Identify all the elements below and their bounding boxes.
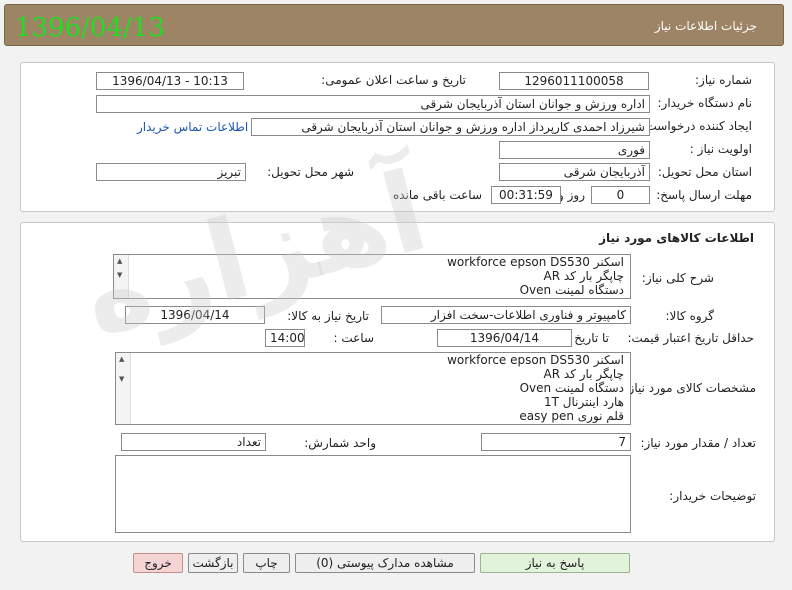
scroll-up-icon[interactable]: ▲ [119,355,124,363]
summary-label: شرح کلی نیاز: [641,271,714,285]
buyer-org-field: اداره ورزش و جوانان استان آذربایجان شرقی [96,95,650,113]
priority-label: اولویت نیاز : [689,142,752,156]
goods-section-title: اطلاعات کالاهای مورد نیاز [599,231,754,245]
specs-line: چاپگر بار کد AR [543,367,624,381]
need-number-field: 1296011100058 [499,72,649,90]
page-title: جزئیات اطلاعات نیاز [654,19,757,33]
need-date-field: 1396/04/14 [125,306,265,324]
province-field: آذربایجان شرقی [499,163,650,181]
summary-line: اسکنر workforce epson DS530 [447,255,624,269]
deadline-label: مهلت ارسال پاسخ: [656,188,752,202]
specs-line: دستگاه لمینت Oven [519,381,624,395]
city-field: تبریز [96,163,246,181]
goods-panel: اطلاعات کالاهای مورد نیاز شرح کلی نیاز: … [20,222,775,542]
city-label: شهر محل تحویل: [267,165,354,179]
days-field: 0 [591,186,650,204]
validity-date-field: 1396/04/14 [437,329,572,347]
quantity-label: تعداد / مقدار مورد نیاز: [640,436,756,450]
date-stamp: 1396/04/13 [15,13,165,43]
need-date-label: تاریخ نیاز به کالا: [287,309,369,323]
group-label: گروه کالا: [665,309,715,323]
time-label: ساعت : [333,331,374,345]
time-left-field: 00:31:59 [491,186,561,204]
need-info-panel: شماره نیاز: 1296011100058 تاریخ و ساعت ا… [20,62,775,212]
quantity-field: 7 [481,433,631,451]
summary-scrollbar[interactable]: ▲ ▼ [114,255,129,298]
summary-line: دستگاه لمینت Oven [519,283,624,297]
unit-label: واحد شمارش: [304,436,376,450]
requester-label: ایجاد کننده درخواست: [641,119,752,133]
specs-line: هارد اینترنال 1T [544,395,624,409]
buyer-notes-textarea[interactable] [115,455,631,533]
summary-textarea[interactable]: ▲ ▼ اسکنر workforce epson DS530 چاپگر با… [113,254,631,299]
scroll-down-icon[interactable]: ▼ [117,271,122,279]
province-label: استان محل تحویل: [657,165,752,179]
buyer-contact-link[interactable]: اطلاعات تماس خریدار [137,120,248,134]
requester-field: شیرزاد احمدی کارپرداز اداره ورزش و جوانا… [251,118,650,136]
buyer-org-label: نام دستگاه خریدار: [657,96,753,110]
validity-label: حداقل تاریخ اعتبار قیمت: [627,331,754,345]
specs-textarea[interactable]: ▲ ▼ اسکنر workforce epson DS530 چاپگر با… [115,352,631,425]
reply-button[interactable]: پاسخ به نیاز [480,553,630,573]
specs-line: قلم نوری easy pen [519,409,624,423]
unit-field: تعداد [121,433,266,451]
back-button[interactable]: بازگشت [188,553,238,573]
attachments-button[interactable]: مشاهده مدارک پیوستی (0) [295,553,475,573]
validity-time-field: 14:00 [265,329,305,347]
announce-label: تاریخ و ساعت اعلان عمومی: [321,73,466,87]
specs-label: مشخصات کالای مورد نیاز: [624,381,756,395]
scroll-down-icon[interactable]: ▼ [119,375,124,383]
time-left-unit: ساعت باقی مانده [392,188,482,202]
buyer-notes-label: توضیحات خریدار: [669,489,756,503]
days-unit: روز و [558,188,585,202]
scroll-up-icon[interactable]: ▲ [117,257,122,265]
group-field: کامپیوتر و فناوری اطلاعات-سخت افزار [381,306,631,324]
exit-button[interactable]: خروج [133,553,183,573]
announce-field: 1396/04/13 - 10:13 [96,72,244,90]
need-number-label: شماره نیاز: [695,73,752,87]
specs-scrollbar[interactable]: ▲ ▼ [116,353,131,424]
title-bar: 1396/04/13 جزئیات اطلاعات نیاز [4,4,784,46]
to-date-label: تا تاریخ : [566,331,609,345]
priority-field: فوری [499,141,650,159]
print-button[interactable]: چاپ [243,553,290,573]
summary-line: چاپگر بار کد AR [543,269,624,283]
specs-line: اسکنر workforce epson DS530 [447,353,624,367]
